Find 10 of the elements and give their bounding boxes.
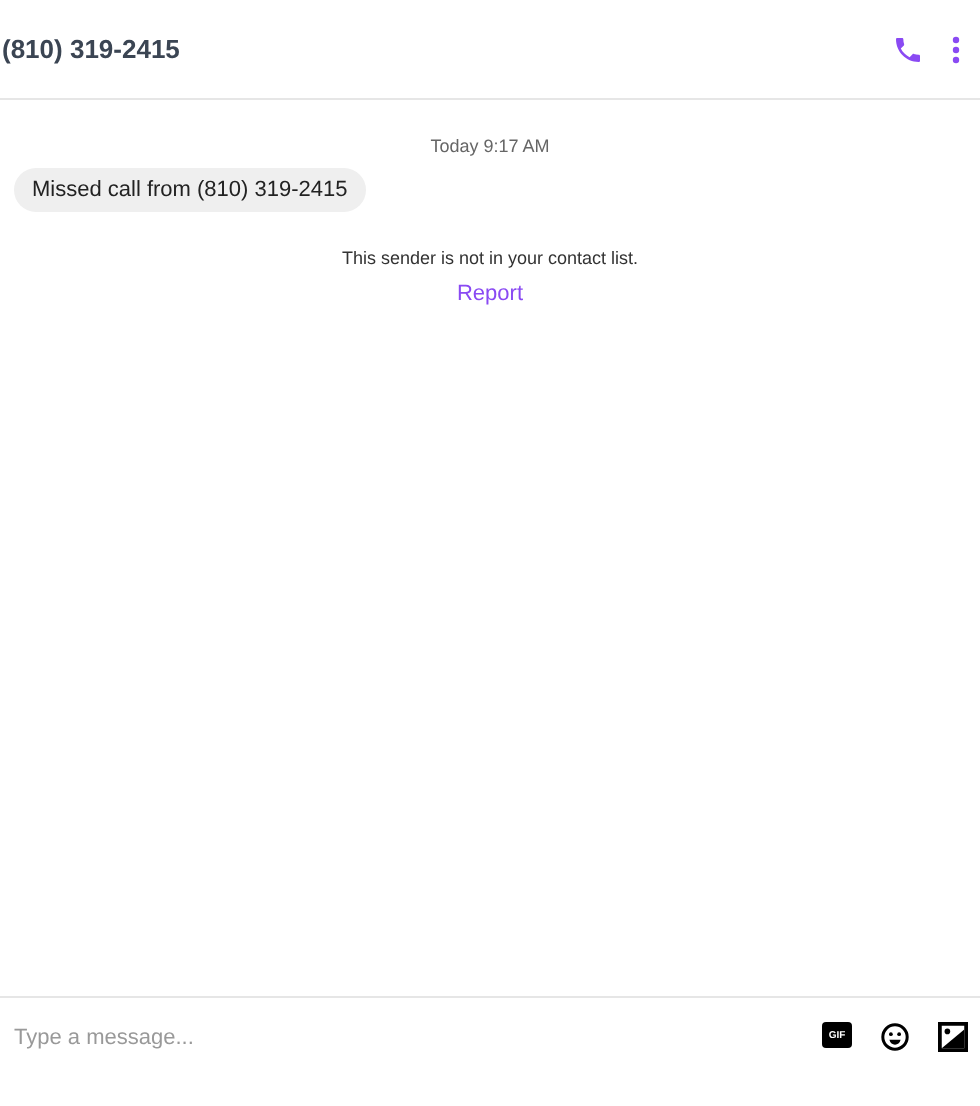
- emoji-icon[interactable]: [880, 1022, 910, 1052]
- more-options-icon[interactable]: [952, 35, 960, 63]
- timestamp: Today 9:17 AM: [430, 136, 550, 156]
- report-link[interactable]: Report: [456, 282, 524, 306]
- phone-icon[interactable]: [892, 33, 924, 65]
- message-input[interactable]: Type a message...: [14, 1022, 798, 1054]
- message-bubble: Missed call from (810) 319-2415: [14, 168, 366, 212]
- image-icon[interactable]: [938, 1022, 968, 1052]
- notice-text: This sender is not in your contact list.: [341, 248, 639, 268]
- contact-title: (810) 319-2415: [2, 34, 182, 64]
